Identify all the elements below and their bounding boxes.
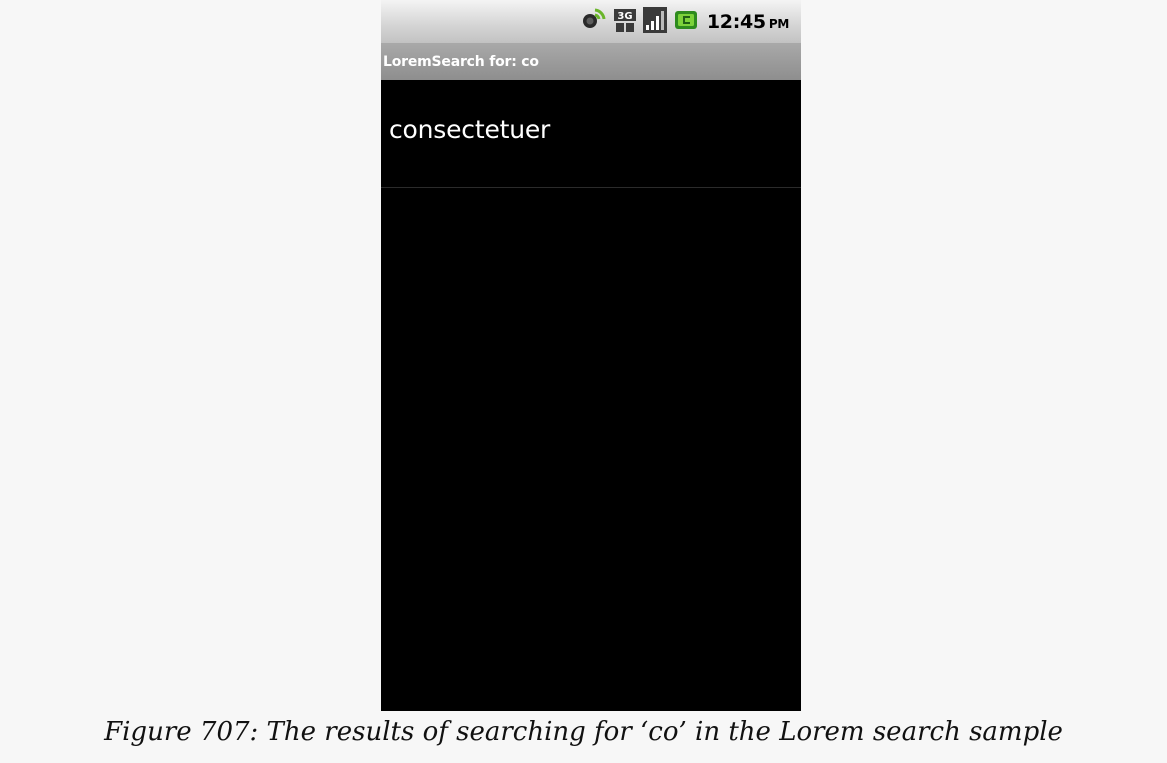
search-result-list: consectetuer xyxy=(381,80,801,188)
status-bar: 3G 12:45 PM xyxy=(381,0,801,43)
figure-page: 3G 12:45 PM LoremSearch for: co consecte… xyxy=(0,0,1167,763)
network-3g-icon: 3G xyxy=(613,7,637,37)
status-clock: 12:45 PM xyxy=(707,11,789,33)
page-title: LoremSearch for: co xyxy=(383,53,539,70)
sync-icon xyxy=(581,7,607,37)
signal-icon xyxy=(642,6,667,37)
clock-time: 12:45 xyxy=(706,10,766,33)
figure-caption: Figure 707: The results of searching for… xyxy=(104,717,1063,747)
svg-text:3G: 3G xyxy=(617,11,632,22)
title-bar: LoremSearch for: co xyxy=(381,43,801,80)
clock-ampm: PM xyxy=(768,16,789,31)
list-item[interactable]: consectetuer xyxy=(381,80,801,188)
phone-screen: 3G 12:45 PM LoremSearch for: co consecte… xyxy=(381,0,801,711)
battery-charging-icon xyxy=(673,7,699,37)
list-item-label: consectetuer xyxy=(389,115,551,144)
